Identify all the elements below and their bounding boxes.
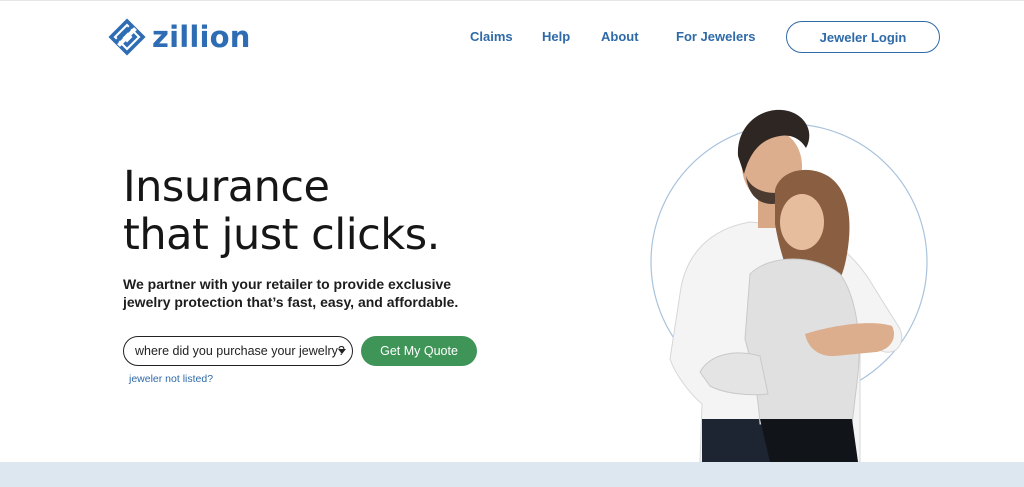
- headline-line-1: Insurance: [123, 162, 330, 212]
- hero-headline: Insurance that just clicks.: [123, 163, 440, 259]
- nav-help[interactable]: Help: [542, 29, 570, 45]
- hero-subtext: We partner with your retailer to provide…: [123, 275, 483, 311]
- subtext-line-2: jewelry protection that’s fast, easy, an…: [123, 294, 459, 310]
- headline-line-2: that just clicks.: [123, 210, 440, 260]
- hero-couple-photo: [650, 109, 928, 462]
- nav-claims[interactable]: Claims: [470, 29, 513, 45]
- get-my-quote-button[interactable]: Get My Quote: [361, 336, 477, 366]
- nav-about[interactable]: About: [601, 29, 639, 45]
- subtext-line-1: We partner with your retailer to provide…: [123, 276, 452, 292]
- woman-skirt: [760, 419, 858, 462]
- woman-face: [780, 194, 824, 250]
- jeweler-select-value: where did you purchase your jewelry?: [135, 344, 345, 358]
- top-border: [0, 0, 1024, 1]
- jeweler-select[interactable]: where did you purchase your jewelry?: [123, 336, 353, 366]
- bottom-section-band: [0, 462, 1024, 487]
- zillion-logo-mark-icon: [108, 18, 146, 56]
- logo[interactable]: zillion: [108, 18, 251, 56]
- jeweler-not-listed-link[interactable]: jeweler not listed?: [129, 373, 213, 385]
- nav-for-jewelers[interactable]: For Jewelers: [676, 29, 756, 45]
- logo-text: zillion: [152, 20, 251, 54]
- caret-down-icon: [338, 349, 346, 354]
- jeweler-login-button[interactable]: Jeweler Login: [786, 21, 940, 53]
